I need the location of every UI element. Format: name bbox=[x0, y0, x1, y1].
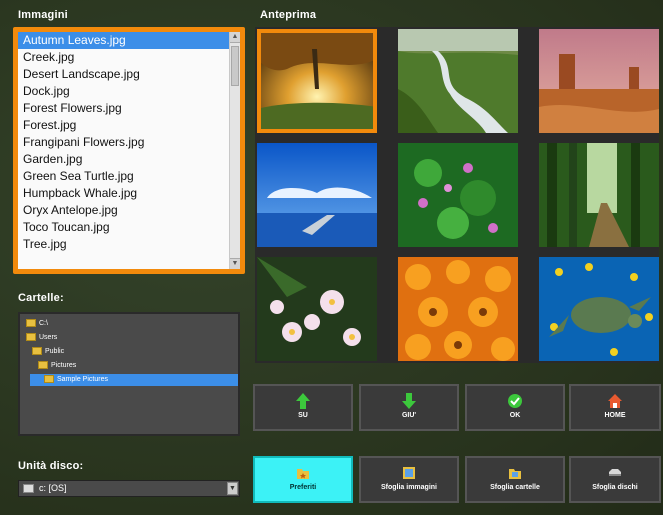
list-item[interactable]: Green Sea Turtle.jpg bbox=[18, 168, 240, 185]
image-list-scrollbar[interactable]: ▲ ▼ bbox=[229, 32, 240, 269]
up-button-label: SU bbox=[298, 412, 308, 419]
preview-grid bbox=[255, 27, 659, 363]
image-list-frame: Autumn Leaves.jpg Creek.jpg Desert Lands… bbox=[13, 27, 245, 274]
dropdown-arrow-icon[interactable]: ▼ bbox=[227, 482, 238, 495]
thumbnail-frangipani-flowers[interactable] bbox=[257, 257, 377, 361]
scroll-up-icon[interactable]: ▲ bbox=[230, 32, 240, 43]
folder-icon bbox=[26, 333, 36, 342]
browse-disks-button[interactable]: Sfoglia dischi bbox=[569, 456, 661, 503]
list-item[interactable]: Forest Flowers.jpg bbox=[18, 100, 240, 117]
thumbnail-garden[interactable] bbox=[398, 257, 518, 361]
browse-images-icon bbox=[403, 467, 415, 479]
disk-value: c: [OS] bbox=[39, 483, 67, 493]
folder-icon bbox=[32, 347, 42, 356]
desert-landscape-image bbox=[539, 29, 659, 133]
thumbnail-creek[interactable] bbox=[398, 29, 518, 133]
list-item[interactable]: Garden.jpg bbox=[18, 151, 240, 168]
favorites-button-label: Preferiti bbox=[289, 484, 317, 491]
home-button[interactable]: HOME bbox=[569, 384, 661, 431]
folder-label: Public bbox=[45, 348, 65, 355]
garden-image bbox=[398, 257, 518, 361]
folder-label: C:\ bbox=[39, 320, 48, 327]
thumbnail-forest-flowers[interactable] bbox=[398, 143, 518, 247]
scroll-down-icon[interactable]: ▼ bbox=[230, 258, 240, 269]
list-item[interactable]: Toco Toucan.jpg bbox=[18, 219, 240, 236]
list-item[interactable]: Creek.jpg bbox=[18, 49, 240, 66]
list-item[interactable]: Humpback Whale.jpg bbox=[18, 185, 240, 202]
thumbnail-green-sea-turtle[interactable] bbox=[539, 257, 659, 361]
autumn-leaves-image bbox=[257, 29, 377, 133]
arrow-up-icon bbox=[296, 393, 310, 409]
list-item[interactable]: Forest.jpg bbox=[18, 117, 240, 134]
browse-disks-icon bbox=[609, 469, 621, 476]
list-item[interactable]: Tree.jpg bbox=[18, 236, 240, 253]
thumbnail-forest[interactable] bbox=[539, 143, 659, 247]
frangipani-flowers-image bbox=[257, 257, 377, 361]
list-item[interactable]: Desert Landscape.jpg bbox=[18, 66, 240, 83]
forest-flowers-image bbox=[398, 143, 518, 247]
images-title: Immagini bbox=[18, 9, 68, 21]
home-button-label: HOME bbox=[604, 412, 626, 419]
dock-image bbox=[257, 143, 377, 247]
list-item[interactable]: Autumn Leaves.jpg bbox=[18, 32, 240, 49]
ok-button-label: OK bbox=[509, 412, 521, 419]
folder-item[interactable]: Public bbox=[32, 346, 112, 358]
thumbnail-dock[interactable] bbox=[257, 143, 377, 247]
arrow-down-icon bbox=[402, 393, 416, 409]
drive-icon bbox=[23, 484, 34, 493]
disk-title: Unità disco: bbox=[18, 460, 84, 472]
favorites-icon bbox=[297, 469, 309, 479]
thumbnail-desert-landscape[interactable] bbox=[539, 29, 659, 133]
favorites-button[interactable]: Preferiti bbox=[253, 456, 353, 503]
down-button[interactable]: GIU' bbox=[359, 384, 459, 431]
list-item[interactable]: Oryx Antelope.jpg bbox=[18, 202, 240, 219]
browse-folders-button[interactable]: Sfoglia cartelle bbox=[465, 456, 565, 503]
folder-item[interactable]: Users bbox=[26, 332, 106, 344]
home-icon bbox=[608, 394, 622, 408]
folder-tree[interactable]: C:\ Users Public Pictures Sample Picture… bbox=[18, 312, 240, 436]
drive-icon bbox=[26, 319, 36, 328]
folder-item-selected[interactable]: Sample Pictures bbox=[30, 374, 238, 386]
folder-label: Users bbox=[39, 334, 58, 341]
folder-icon bbox=[44, 375, 54, 384]
folders-title: Cartelle: bbox=[18, 292, 64, 304]
thumbnail-autumn-leaves[interactable] bbox=[257, 29, 377, 133]
folder-label: Pictures bbox=[51, 362, 77, 369]
forest-image bbox=[539, 143, 659, 247]
browse-disks-button-label: Sfoglia dischi bbox=[592, 484, 638, 491]
browse-folders-icon bbox=[509, 469, 521, 479]
ok-icon bbox=[508, 394, 522, 408]
image-list[interactable]: Autumn Leaves.jpg Creek.jpg Desert Lands… bbox=[18, 32, 240, 269]
browse-folders-button-label: Sfoglia cartelle bbox=[490, 484, 540, 491]
list-item[interactable]: Frangipani Flowers.jpg bbox=[18, 134, 240, 151]
ok-button[interactable]: OK bbox=[465, 384, 565, 431]
folder-item[interactable]: Pictures bbox=[38, 360, 118, 372]
creek-image bbox=[398, 29, 518, 133]
folder-icon bbox=[38, 361, 48, 370]
scrollbar-thumb[interactable] bbox=[231, 46, 239, 86]
browse-images-button-label: Sfoglia immagini bbox=[380, 484, 437, 491]
up-button[interactable]: SU bbox=[253, 384, 353, 431]
image-browser-app: Immagini Autumn Leaves.jpg Creek.jpg Des… bbox=[0, 0, 663, 515]
folder-item[interactable]: C:\ bbox=[26, 318, 106, 330]
list-item[interactable]: Dock.jpg bbox=[18, 83, 240, 100]
browse-images-button[interactable]: Sfoglia immagini bbox=[359, 456, 459, 503]
disk-select[interactable]: c: [OS] ▼ bbox=[18, 480, 240, 497]
green-sea-turtle-image bbox=[539, 257, 659, 361]
folder-label: Sample Pictures bbox=[57, 376, 108, 383]
down-button-label: GIU' bbox=[401, 412, 417, 419]
preview-title: Anteprima bbox=[260, 9, 317, 21]
